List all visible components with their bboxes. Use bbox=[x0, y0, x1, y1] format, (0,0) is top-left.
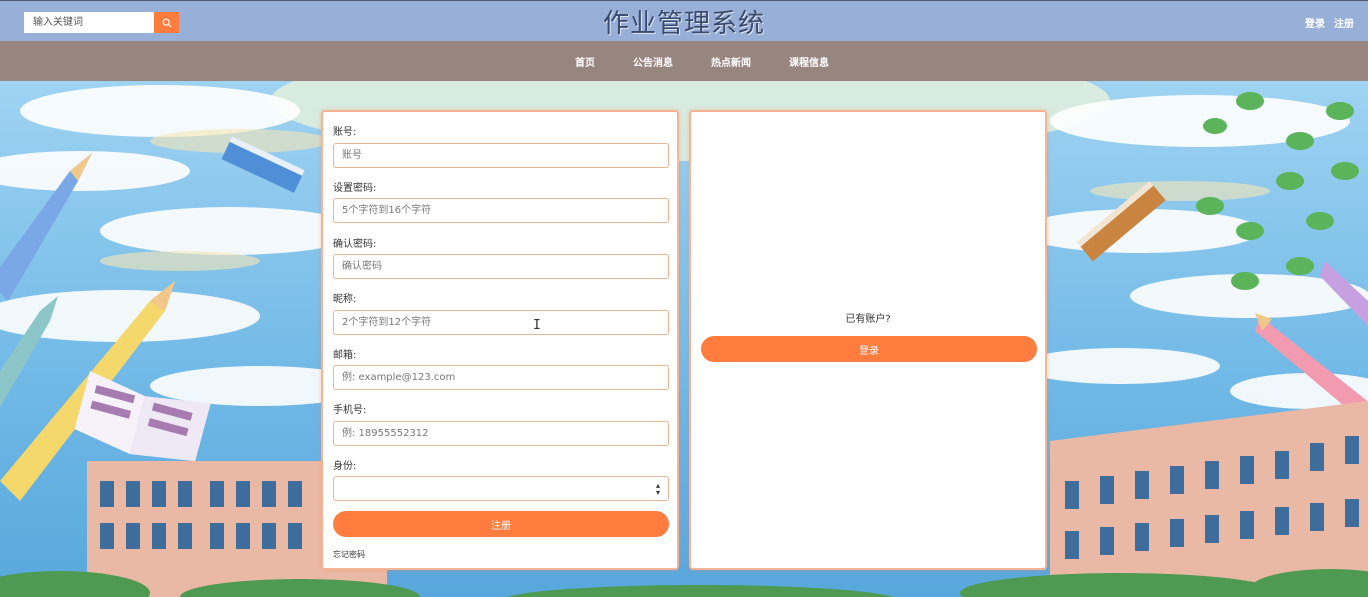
auth-links: 登录 注册 bbox=[1305, 15, 1354, 30]
confirm-password-label: 确认密码: bbox=[333, 239, 377, 250]
confirm-password-input[interactable] bbox=[333, 254, 669, 279]
login-panel: 已有账户? 登录 bbox=[689, 110, 1047, 570]
nav-item-announcements[interactable]: 公告消息 bbox=[633, 54, 673, 69]
password-input[interactable] bbox=[333, 198, 669, 223]
forgot-password-link[interactable]: 忘记密码 bbox=[333, 549, 365, 560]
register-panel: 账号: 设置密码: 确认密码: 昵称: 邮箱: 手机号: 身份: ▴▾ 注册 忘… bbox=[321, 110, 679, 570]
nickname-label: 昵称: bbox=[333, 294, 357, 305]
login-link[interactable]: 登录 bbox=[1305, 15, 1325, 30]
password-label: 设置密码: bbox=[333, 183, 377, 194]
role-label: 身份: bbox=[333, 461, 357, 472]
account-input[interactable] bbox=[333, 143, 669, 168]
email-label: 邮箱: bbox=[333, 350, 357, 361]
site-title: 作业管理系统 bbox=[602, 9, 765, 39]
nav-item-home[interactable]: 首页 bbox=[575, 54, 595, 69]
school-scene-image bbox=[0, 81, 1368, 597]
has-account-text: 已有账户? bbox=[845, 314, 891, 325]
nickname-input[interactable] bbox=[333, 310, 669, 335]
email-input[interactable] bbox=[333, 365, 669, 390]
nav-item-courses[interactable]: 课程信息 bbox=[789, 54, 829, 69]
select-updown-icon: ▴ ▾ bbox=[655, 481, 660, 497]
register-link[interactable]: 注册 bbox=[1334, 15, 1354, 30]
register-submit-button[interactable]: 注册 bbox=[333, 511, 669, 537]
phone-input[interactable] bbox=[333, 421, 669, 446]
background-illustration bbox=[0, 81, 1368, 597]
login-button[interactable]: 登录 bbox=[701, 336, 1037, 362]
text-cursor-icon: I bbox=[533, 318, 541, 333]
main-nav: 首页 公告消息 热点新闻 课程信息 bbox=[0, 41, 1368, 81]
role-select[interactable]: ▴ ▾ bbox=[333, 476, 669, 501]
top-header: 作业管理系统 登录 注册 bbox=[0, 0, 1368, 41]
nav-item-news[interactable]: 热点新闻 bbox=[711, 54, 751, 69]
phone-label: 手机号: bbox=[333, 405, 367, 416]
account-label: 账号: bbox=[333, 127, 357, 138]
